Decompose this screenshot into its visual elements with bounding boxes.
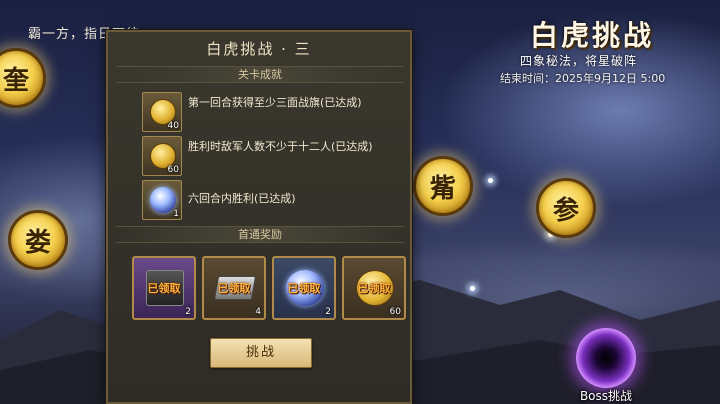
reward-qty: 2 bbox=[325, 307, 331, 317]
achievement-row: 60 胜利时敌军人数不少于十二人(已达成) bbox=[142, 136, 392, 176]
panel-title: 白虎挑战 · 三 bbox=[206, 40, 312, 58]
vortex-portal-icon bbox=[576, 328, 636, 388]
rewards-header: 首通奖励 bbox=[116, 226, 404, 243]
claimed-label: 已领取 bbox=[357, 282, 391, 295]
constellation-badge-kui[interactable]: 奎 bbox=[0, 48, 46, 108]
event-subtitle: 四象秘法，将星破阵 bbox=[520, 54, 638, 68]
claimed-label: 已领取 bbox=[147, 282, 181, 295]
achievement-qty: 1 bbox=[173, 209, 179, 219]
constellation-badge-lou[interactable]: 娄 bbox=[8, 210, 68, 270]
achievement-icon-box: 1 bbox=[142, 180, 182, 220]
reward-qty: 60 bbox=[389, 307, 401, 317]
achievement-icon-box: 60 bbox=[142, 136, 182, 176]
achievement-row: 40 第一回合获得至少三面战旗(已达成) bbox=[142, 92, 392, 132]
achievement-qty: 40 bbox=[167, 121, 179, 131]
constellation-badge-shen[interactable]: 参 bbox=[536, 178, 596, 238]
achievements-header: 关卡成就 bbox=[116, 66, 404, 83]
star-sparkle bbox=[470, 286, 475, 291]
boss-challenge-label: Boss挑战 bbox=[579, 389, 633, 403]
achievement-row: 1 六回合内胜利(已达成) bbox=[142, 180, 392, 220]
reward-slot[interactable]: 已领取 60 bbox=[342, 256, 406, 320]
achievement-qty: 60 bbox=[167, 165, 179, 175]
achievement-text: 胜利时敌军人数不少于十二人(已达成) bbox=[188, 140, 373, 153]
event-title: 白虎挑战 bbox=[530, 19, 655, 52]
achievement-text: 第一回合获得至少三面战旗(已达成) bbox=[188, 96, 362, 109]
constellation-badge-zi[interactable]: 觜 bbox=[413, 156, 473, 216]
claimed-label: 已领取 bbox=[217, 282, 251, 295]
challenge-button[interactable]: 挑战 bbox=[210, 338, 312, 368]
reward-slot[interactable]: 已领取 4 bbox=[202, 256, 266, 320]
reward-slot[interactable]: 已领取 2 bbox=[272, 256, 336, 320]
reward-slot[interactable]: 已领取 2 bbox=[132, 256, 196, 320]
achievement-text: 六回合内胜利(已达成) bbox=[188, 192, 296, 205]
reward-qty: 4 bbox=[255, 307, 261, 317]
achievement-icon-box: 40 bbox=[142, 92, 182, 132]
event-end-time: 结束时间：2025年9月12日 5:00 bbox=[500, 72, 666, 85]
stage-panel: 白虎挑战 · 三 关卡成就 40 第一回合获得至少三面战旗(已达成) 60 胜利… bbox=[106, 30, 412, 404]
claimed-label: 已领取 bbox=[287, 282, 321, 295]
boss-challenge-button[interactable]: Boss挑战 bbox=[566, 322, 646, 404]
reward-qty: 2 bbox=[185, 307, 191, 317]
star-sparkle bbox=[488, 178, 493, 183]
